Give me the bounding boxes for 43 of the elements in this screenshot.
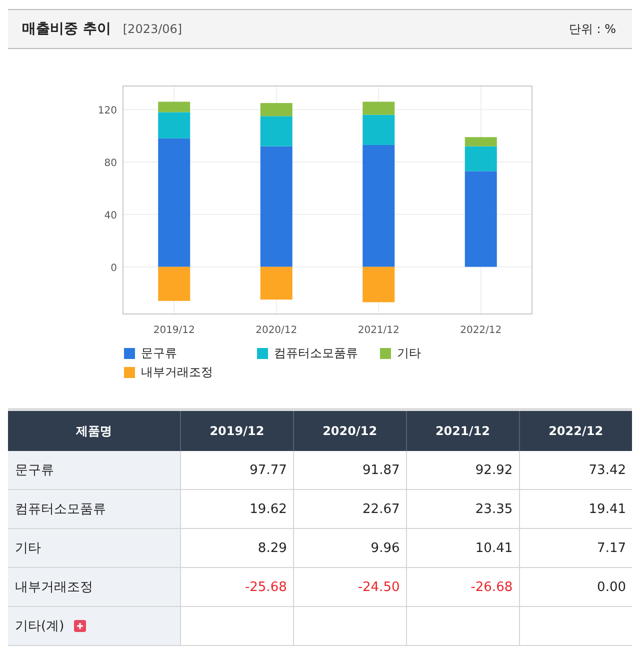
x-tick-label: 2019/12 [153, 325, 195, 336]
period-label: [2023/06] [122, 22, 182, 36]
x-tick-label: 2022/12 [460, 325, 502, 336]
table-cell: 0.00 [519, 568, 632, 606]
column-header: 2021/12 [406, 410, 520, 451]
y-tick-label: 40 [104, 210, 117, 222]
table-cell: 9.96 [293, 528, 406, 568]
table-cell: 7.17 [519, 528, 632, 568]
column-header: 2022/12 [519, 410, 632, 451]
expand-button[interactable] [74, 620, 86, 632]
row-header: 문구류 [15, 463, 54, 478]
table-cell: -26.68 [406, 568, 520, 606]
legend-label: 컴퓨터소모품류 [274, 345, 358, 362]
row-header: 기타 [15, 541, 41, 556]
table-cell: 19.62 [180, 490, 294, 528]
legend-label: 기타 [397, 345, 421, 362]
unit-label: 단위 : % [568, 20, 616, 38]
plus-icon [75, 621, 86, 632]
row-header: 기타(계) [15, 619, 64, 634]
table-cell: 22.67 [293, 490, 406, 528]
column-header: 제품명 [8, 410, 180, 451]
table-cell: 23.35 [406, 490, 520, 528]
y-tick-label: 80 [104, 158, 117, 169]
table-cell: 8.29 [180, 528, 294, 568]
table-cell: -25.68 [180, 568, 294, 606]
table-cell: -24.50 [293, 568, 406, 606]
column-header: 2020/12 [293, 410, 406, 451]
row-header: 내부거래조정 [15, 580, 93, 595]
legend-label: 문구류 [141, 345, 177, 362]
table-cell: 19.41 [519, 490, 632, 528]
x-tick-label: 2020/12 [256, 325, 298, 336]
y-tick-label: 0 [110, 262, 117, 274]
row-header: 컴퓨터소모품류 [15, 502, 106, 517]
table-cell: 73.42 [519, 451, 632, 490]
table-cell: 97.77 [180, 451, 294, 490]
table-cell: 10.41 [406, 528, 520, 568]
x-tick-label: 2021/12 [358, 325, 400, 336]
y-tick-label: 120 [98, 106, 117, 117]
section-title: 매출비중 추이 [22, 20, 111, 38]
table-cell: 91.87 [293, 451, 406, 490]
column-header: 2019/12 [180, 410, 294, 451]
table-cell: 92.92 [406, 451, 520, 490]
legend-label: 내부거래조정 [141, 364, 213, 381]
